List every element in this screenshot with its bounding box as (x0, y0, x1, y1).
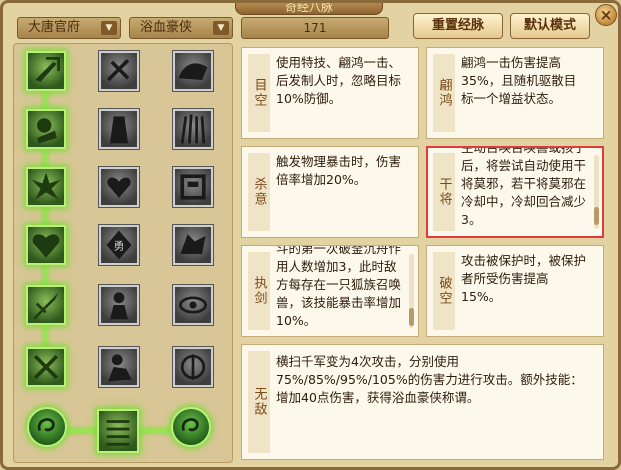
heart-icon[interactable] (99, 167, 139, 207)
eye-icon[interactable] (173, 285, 213, 325)
burst-icon[interactable] (26, 167, 66, 207)
card-text: 横扫千军变为4次攻击，分别使用75%/85%/95%/105%的伤害力进行攻击。… (276, 354, 583, 405)
card-title: 执剑 (248, 252, 270, 330)
warrior-icon[interactable] (99, 347, 139, 387)
strike-icon[interactable] (26, 347, 66, 387)
chevron-down-icon: ▼ (213, 21, 229, 35)
selection-highlight (426, 146, 604, 238)
swirl-icon[interactable] (171, 407, 211, 447)
card-text: 翩鸿一击伤害提高35%，且随机驱散目标一个增益状态。 (461, 55, 577, 106)
meridian-card[interactable]: 杀意 触发物理暴击时，伤害倍率增加20%。 (241, 146, 419, 238)
school-value: 浴血豪侠 (140, 20, 193, 35)
card-text: 攻击被保护时，被保护者所受伤害提高15%。 (461, 253, 587, 304)
card-title: 杀意 (248, 153, 270, 231)
default-mode-button[interactable]: 默认模式 (510, 13, 590, 39)
svg-text:勇: 勇 (114, 240, 125, 253)
meridian-card[interactable]: 翩鸿 翩鸿一击伤害提高35%，且随机驱散目标一个增益状态。 (426, 47, 604, 139)
close-button[interactable]: × (595, 4, 617, 26)
faction-value: 大唐官府 (28, 20, 81, 35)
meridian-card[interactable]: 执剑 斗的第一次破釜沉舟作用人数增加3，此时敌方每存在一只狐族召唤兽，该技能暴击… (241, 245, 419, 337)
school-dropdown[interactable]: 浴血豪侠 ▼ (129, 17, 233, 39)
sword-cross-icon[interactable] (99, 51, 139, 91)
wall-icon[interactable] (173, 167, 213, 207)
swirl-icon[interactable] (27, 407, 67, 447)
sword-icon[interactable] (26, 285, 66, 325)
rock-icon[interactable] (99, 109, 139, 149)
card-text: 使用特技、翩鸿一击、后发制人时，忽略目标10%防御。 (276, 55, 402, 106)
card-title: 翩鸿 (433, 54, 455, 132)
faction-dropdown[interactable]: 大唐官府 ▼ (17, 17, 121, 39)
card-title: 无敌 (248, 351, 270, 453)
card-title: 破空 (433, 252, 455, 330)
scrollbar-thumb[interactable] (409, 308, 414, 326)
reset-meridian-button[interactable]: 重置经脉 (413, 13, 503, 39)
sword-spin-icon[interactable] (173, 347, 213, 387)
grass-icon[interactable] (173, 109, 213, 149)
warrior-icon[interactable] (99, 285, 139, 325)
dagger-icon[interactable] (26, 51, 66, 91)
meridian-card-wide[interactable]: 无敌 横扫千军变为4次攻击，分别使用75%/85%/95%/105%的伤害力进行… (241, 344, 604, 460)
card-title: 目空 (248, 54, 270, 132)
chevron-down-icon: ▼ (101, 21, 117, 35)
card-text: 斗的第一次破釜沉舟作用人数增加3，此时敌方每存在一只狐族召唤兽，该技能暴击率增加… (276, 245, 402, 328)
heart-shield-icon[interactable] (26, 225, 66, 265)
meridian-window: 奇经八脉 × 大唐官府 ▼ 浴血豪侠 ▼ 171 重置经脉 默认模式 勇 目空 … (0, 0, 621, 470)
meridian-card[interactable]: 破空 攻击被保护时，被保护者所受伤害提高15%。 (426, 245, 604, 337)
wolf-icon[interactable] (173, 225, 213, 265)
shield-emblem-icon[interactable]: 勇 (99, 225, 139, 265)
card-text: 触发物理暴击时，伤害倍率增加20%。 (276, 154, 402, 187)
fist-icon[interactable] (26, 109, 66, 149)
window-title: 奇经八脉 (235, 3, 383, 15)
points-counter: 171 (241, 17, 389, 39)
meridian-card[interactable]: 目空 使用特技、翩鸿一击、后发制人时，忽略目标10%防御。 (241, 47, 419, 139)
scroll-icon[interactable] (97, 409, 139, 453)
beast-icon[interactable] (173, 51, 213, 91)
